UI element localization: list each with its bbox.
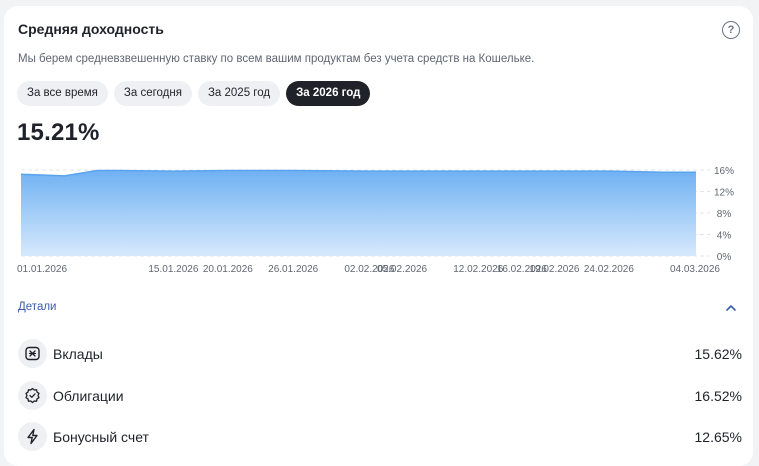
deposit-icon bbox=[18, 339, 47, 368]
x-tick-label: 15.01.2026 bbox=[148, 264, 198, 275]
bond-icon bbox=[18, 381, 47, 410]
yield-area bbox=[21, 170, 696, 256]
x-tick-label: 05.02.2026 bbox=[377, 264, 427, 275]
details-toggle-label[interactable]: Детали bbox=[18, 301, 56, 313]
yield-card: Средняя доходность ? Мы берем средневзве… bbox=[4, 6, 753, 466]
x-tick-label: 04.03.2026 bbox=[670, 264, 720, 275]
x-tick-label: 24.02.2026 bbox=[584, 264, 634, 275]
y-tick-label: 0% bbox=[717, 252, 732, 263]
x-tick-label: 19.02.2026 bbox=[529, 264, 579, 275]
details-row-deposits[interactable]: Вклады 15.62% bbox=[18, 339, 742, 369]
details-item-value: 12.65% bbox=[694, 429, 742, 445]
y-tick-label: 16% bbox=[714, 166, 734, 177]
y-tick-label: 4% bbox=[717, 231, 732, 242]
details-item-value: 15.62% bbox=[694, 346, 742, 362]
lightning-icon bbox=[18, 422, 47, 451]
x-tick-label: 26.01.2026 bbox=[268, 264, 318, 275]
details-item-name: Облигации bbox=[53, 388, 124, 404]
chevron-up-icon[interactable] bbox=[724, 302, 738, 314]
y-tick-label: 12% bbox=[714, 188, 734, 199]
details-item-value: 16.52% bbox=[694, 388, 742, 404]
details-row-bonus-account[interactable]: Бонусный счет 12.65% bbox=[18, 422, 742, 452]
details-item-name: Вклады bbox=[53, 346, 103, 362]
details-item-name: Бонусный счет bbox=[53, 429, 149, 445]
x-tick-label: 20.01.2026 bbox=[203, 264, 253, 275]
details-row-bonds[interactable]: Облигации 16.52% bbox=[18, 381, 742, 411]
x-tick-label: 01.01.2026 bbox=[17, 264, 67, 275]
y-tick-label: 8% bbox=[717, 209, 732, 220]
yield-chart: 16% 12% 8% 4% 0% 01.01.2026 15.01.2026 20.01.2… bbox=[17, 166, 734, 275]
